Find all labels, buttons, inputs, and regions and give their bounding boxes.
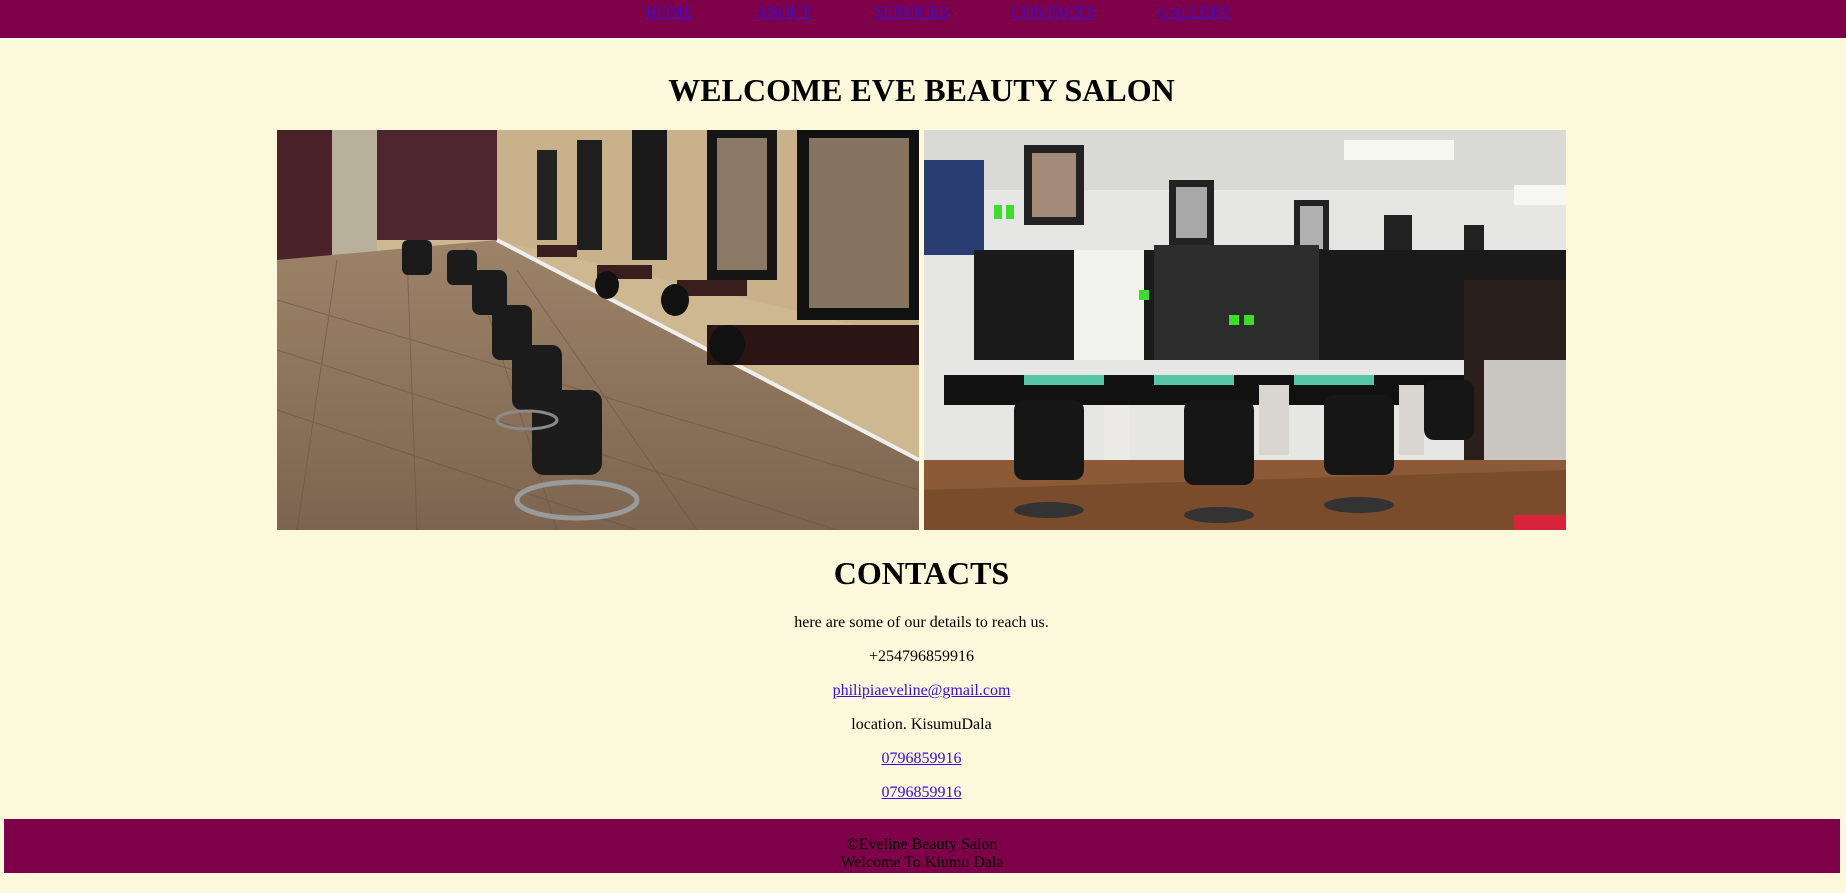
- nav-link-contacts[interactable]: CONTACTS: [1012, 3, 1095, 23]
- page-title: WELCOME EVE BEAUTY SALON: [668, 72, 1175, 108]
- contacts-intro: here are some of our details to reach us…: [794, 614, 1049, 631]
- salon-photo-right: [924, 130, 1566, 530]
- contacts-phone: +254796859916: [868, 648, 975, 665]
- contacts-heading: CONTACTS: [833, 555, 1010, 591]
- nav-links: HOME ABOUT SERVICES CONTACTS GALLERY: [646, 3, 1231, 23]
- nav-link-about[interactable]: ABOUT: [756, 3, 811, 23]
- contacts-email-row: philipiaeveline@gmail.com: [0, 681, 1843, 701]
- contacts-phone-link-row-1: 0796859916: [0, 749, 1843, 769]
- top-navigation-bar: HOME ABOUT SERVICES CONTACTS GALLERY: [0, 0, 1846, 38]
- contacts-location: location. KisumuDala: [851, 716, 992, 733]
- nav-link-gallery[interactable]: GALLERY: [1158, 3, 1232, 23]
- salon-photo-left: [277, 130, 919, 530]
- phone-link-2[interactable]: 0796859916: [882, 784, 962, 801]
- phone-link-1[interactable]: 0796859916: [882, 750, 962, 767]
- nav-link-services[interactable]: SERVICES: [874, 3, 948, 23]
- footer: ©Eveline Beauty Salon Welcome To Kiumu D…: [4, 819, 1840, 873]
- footer-copyright: ©Eveline Beauty Salon: [846, 836, 998, 853]
- footer-tagline: Welcome To Kiumu Dala: [840, 854, 1004, 871]
- email-link[interactable]: philipiaeveline@gmail.com: [833, 682, 1011, 699]
- contacts-phone-link-row-2: 0796859916: [0, 783, 1843, 803]
- nav-link-home[interactable]: HOME: [646, 3, 693, 23]
